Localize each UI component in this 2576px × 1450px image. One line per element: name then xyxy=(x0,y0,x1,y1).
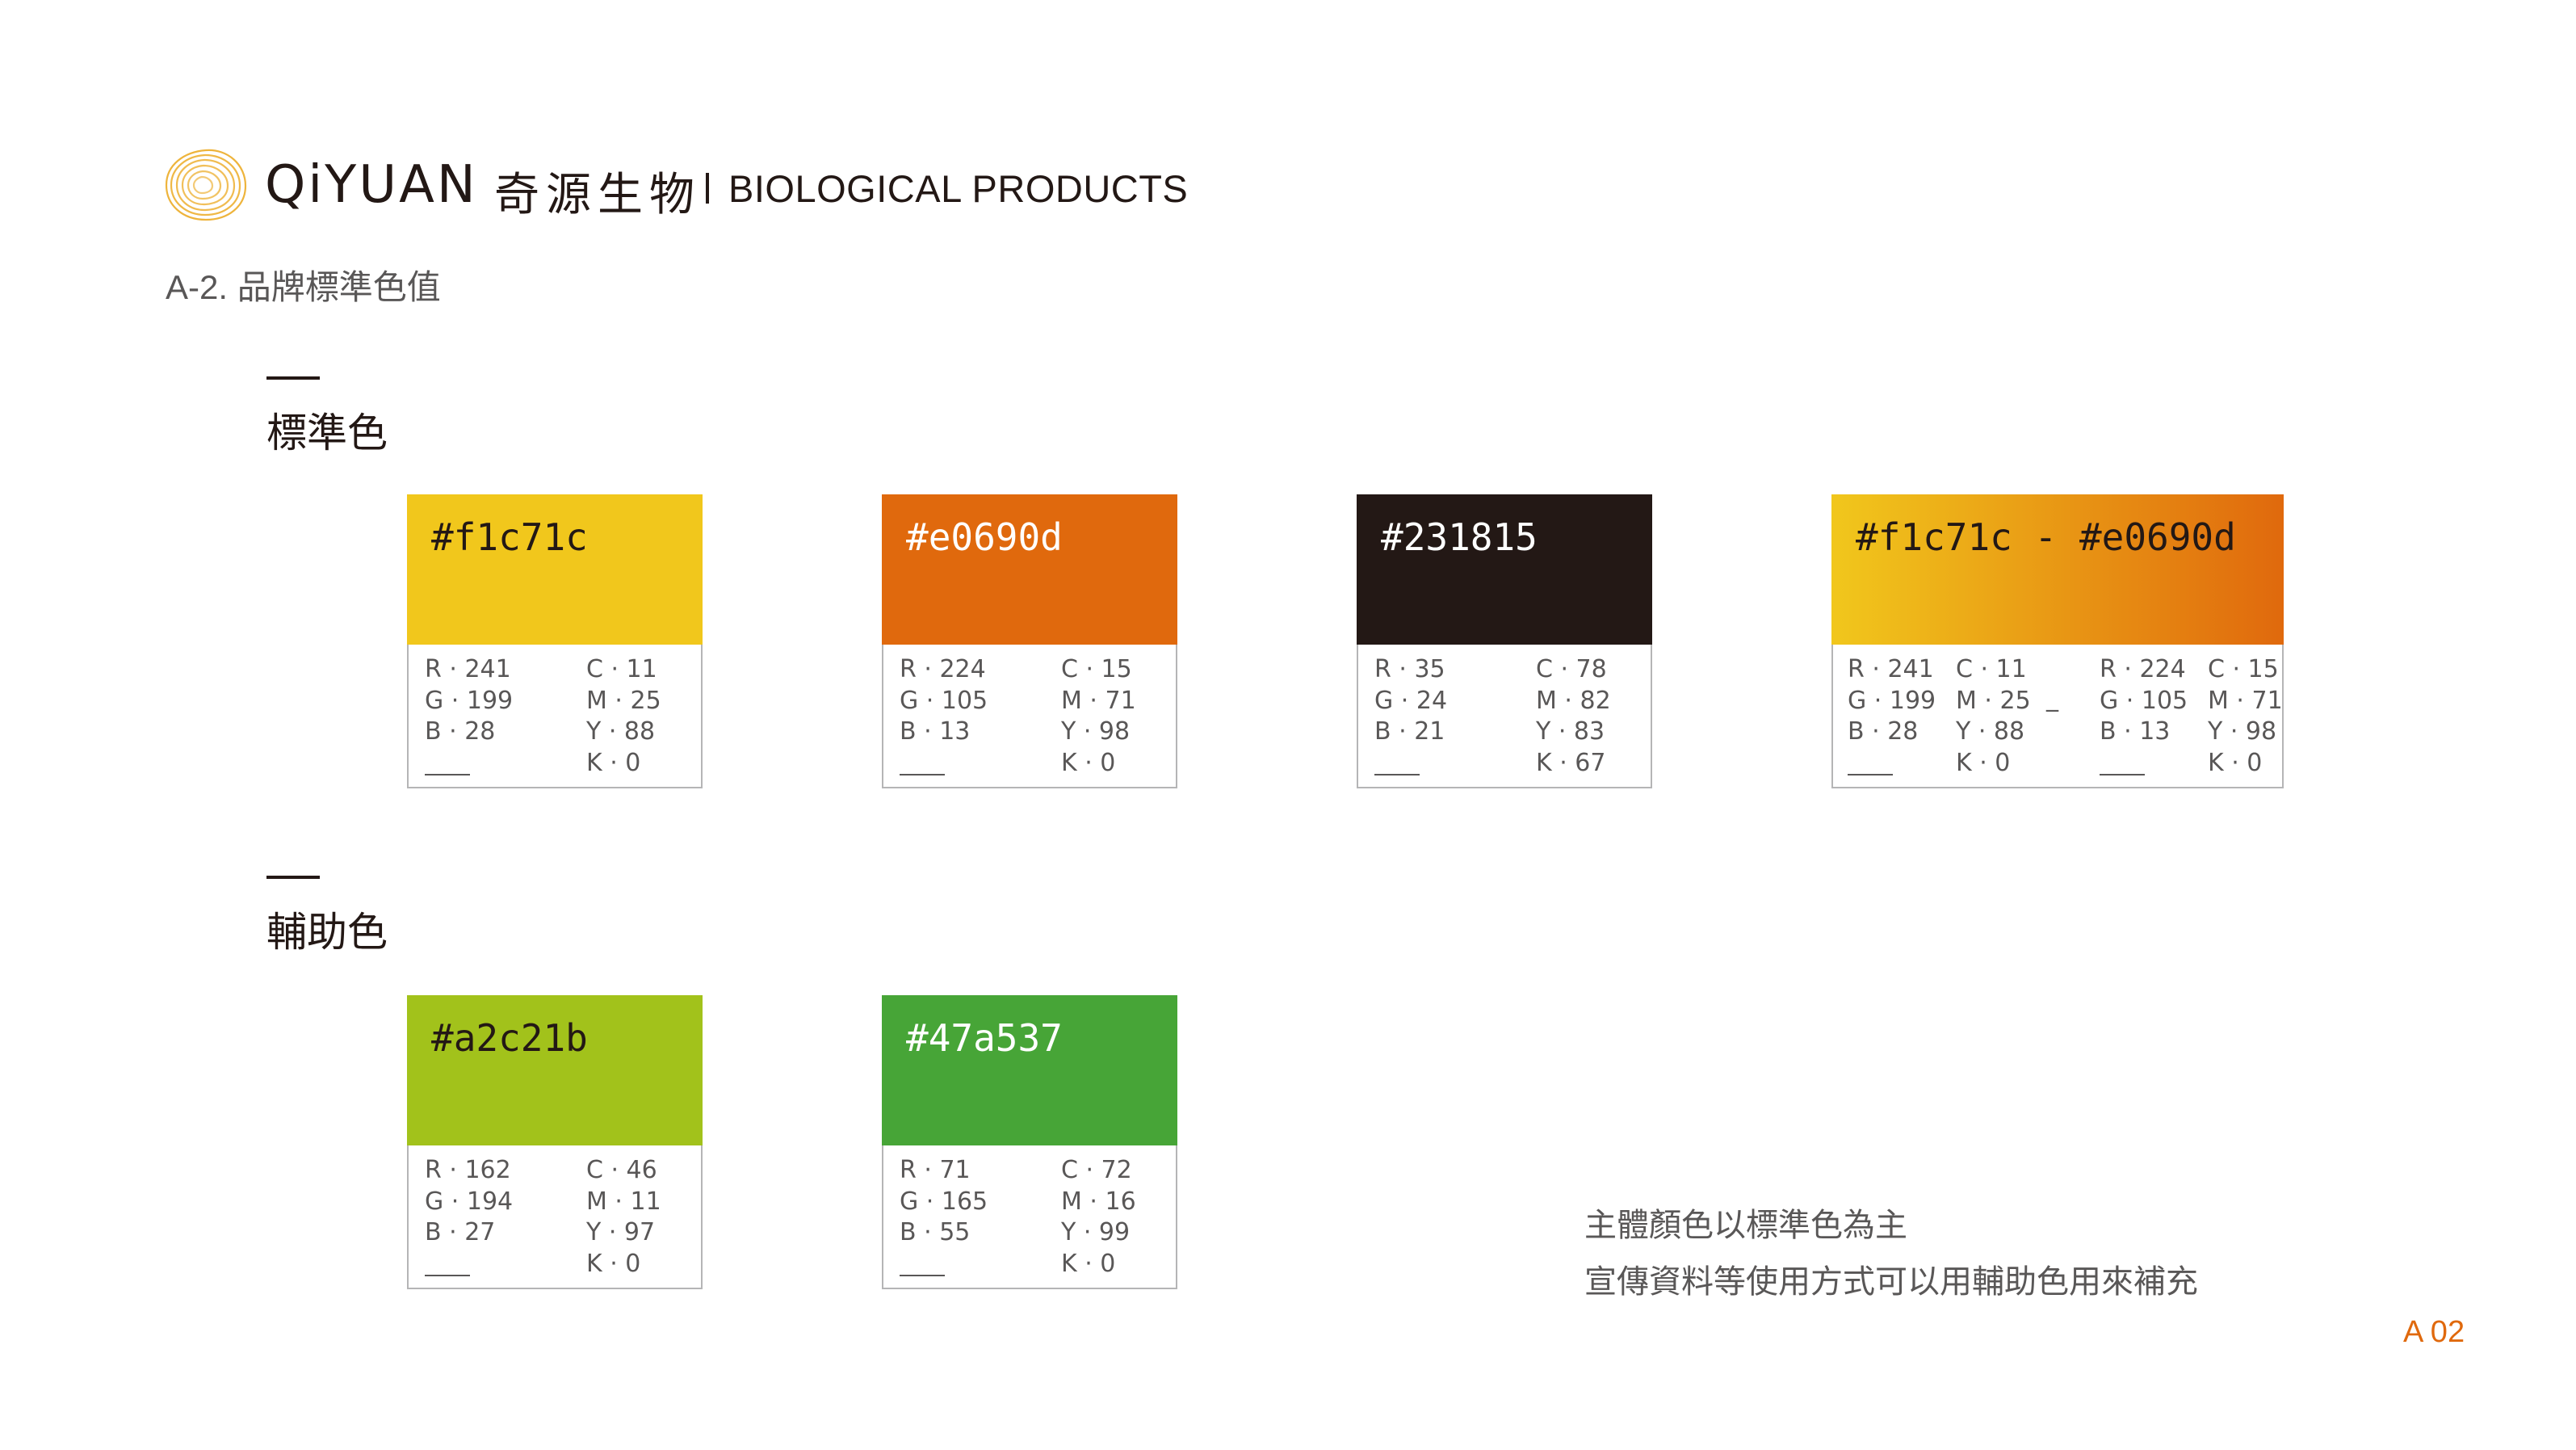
brand-english-name: BIOLOGICAL PRODUCTS xyxy=(728,167,1189,210)
qiyuan-logo-icon xyxy=(165,149,247,221)
swatch-rgb-values: R · 71 G · 165 B · 55 xyxy=(900,1156,988,1246)
swatch-cmyk-values: C · 46 M · 11 Y · 97 K · 0 xyxy=(586,1156,661,1278)
swatch-rgb-rule xyxy=(425,1275,470,1276)
swatch-card-lime: #a2c21b R · 162 G · 194 B · 27 C · 46 M · 1… xyxy=(407,995,703,1289)
swatch-rgb-rule xyxy=(900,1275,945,1276)
swatch-cmyk-values: C · 11 M · 25 Y · 88 K · 0 xyxy=(586,655,661,777)
gradient-from-rule xyxy=(1848,774,1893,775)
swatch-card-orange: #e0690d R · 224 G · 105 B · 13 C · 15 M · 7… xyxy=(882,494,1177,788)
swatch-cmyk-values: C · 72 M · 16 Y · 99 K · 0 xyxy=(1061,1156,1136,1278)
swatch-cmyk-values: C · 15 M · 71 Y · 98 K · 0 xyxy=(1061,655,1136,777)
swatch-rgb-values: R · 35 G · 24 B · 21 xyxy=(1374,655,1448,746)
swatch-hex-label: #231815 xyxy=(1381,515,1538,559)
swatch-card-gradient: #f1c71c - #e0690d R · 241 G · 199 B · 28 C… xyxy=(1831,494,2284,788)
gradient-to-rule xyxy=(2100,774,2145,775)
swatch-card-green: #47a537 R · 71 G · 165 B · 55 C · 72 M · 16… xyxy=(882,995,1177,1289)
brand-chinese-name: 奇源生物 xyxy=(494,169,701,221)
standard-heading-dash xyxy=(266,376,320,380)
swatch-cmyk-values: C · 78 M · 82 Y · 83 K · 67 xyxy=(1536,655,1611,777)
swatch-card-dark: #231815 R · 35 G · 24 B · 21 C · 78 M · 82 Y… xyxy=(1357,494,1652,788)
standard-colors-title: 標準色 xyxy=(266,410,388,456)
gradient-hex-label: #f1c71c - #e0690d xyxy=(1856,515,2236,559)
auxiliary-heading-dash xyxy=(266,876,320,879)
usage-note-line-1: 主體顏色以標準色為主 xyxy=(1584,1208,1907,1243)
swatch-rgb-values: R · 241 G · 199 B · 28 xyxy=(425,655,514,746)
swatch-hex-label: #a2c21b xyxy=(431,1016,588,1060)
swatch-rgb-values: R · 162 G · 194 B · 27 xyxy=(425,1156,514,1246)
swatch-hex-label: #47a537 xyxy=(906,1016,1063,1060)
gradient-to-cmyk-values: C · 15 M · 71 Y · 98 K · 0 xyxy=(2208,655,2283,777)
swatch-hex-label: #f1c71c xyxy=(431,515,588,559)
gradient-from-rgb-values: R · 241 G · 199 B · 28 xyxy=(1848,655,1936,746)
swatch-rgb-values: R · 224 G · 105 B · 13 xyxy=(900,655,988,746)
swatch-rgb-rule xyxy=(1374,774,1420,775)
auxiliary-colors-title: 輔助色 xyxy=(266,909,388,956)
swatch-rgb-rule xyxy=(425,774,470,775)
page-number: A 02 xyxy=(2403,1315,2465,1349)
section-title: A-2. 品牌標準色值 xyxy=(166,268,441,306)
brand-wordmark: QiYUAN xyxy=(265,155,478,215)
swatch-card-yellow: #f1c71c R · 241 G · 199 B · 28 C · 11 M · 2… xyxy=(407,494,703,788)
swatch-rgb-rule xyxy=(900,774,945,775)
gradient-from-cmyk-values: C · 11 M · 25 Y · 88 K · 0 xyxy=(1956,655,2031,777)
swatch-hex-label: #e0690d xyxy=(906,515,1063,559)
usage-note-line-2: 宣傳資料等使用方式可以用輔助色用來補充 xyxy=(1584,1264,2198,1300)
gradient-separator: _ xyxy=(2046,684,2058,712)
brand-separator xyxy=(706,173,709,204)
gradient-to-rgb-values: R · 224 G · 105 B · 13 xyxy=(2100,655,2188,746)
